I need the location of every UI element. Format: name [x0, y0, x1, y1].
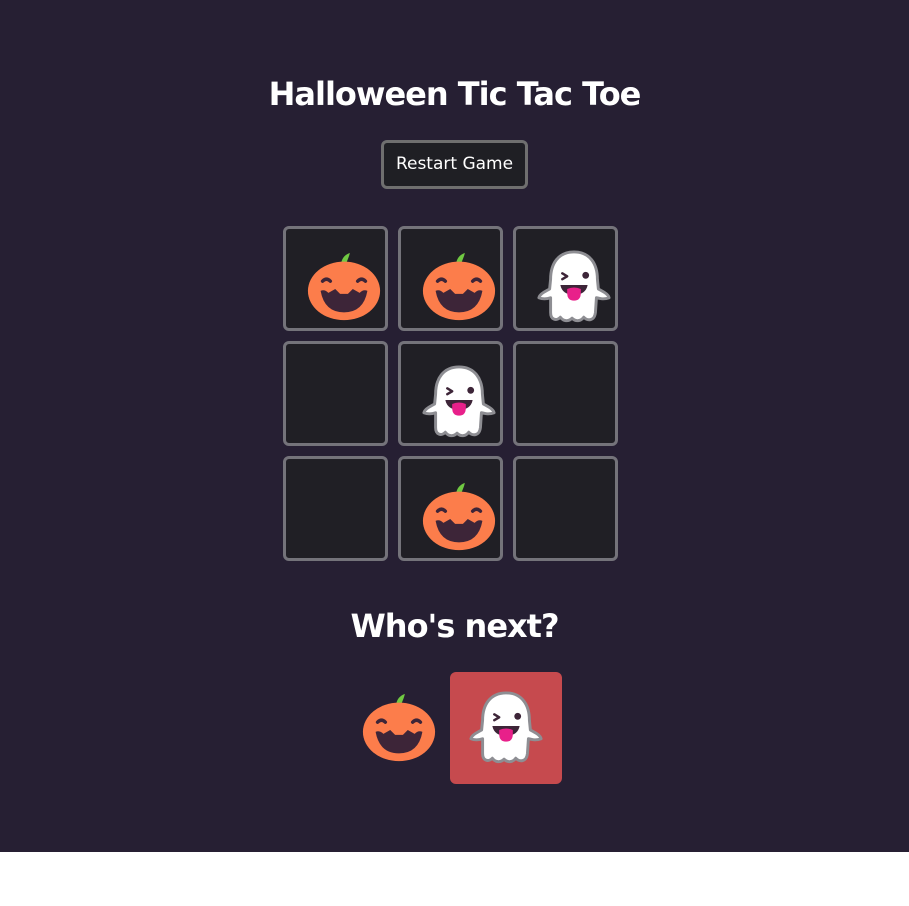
restart-game-button[interactable]: Restart Game [381, 140, 528, 189]
pumpkin-icon [422, 482, 496, 551]
turn-indicator-ghost [450, 672, 562, 784]
pumpkin-icon [422, 252, 496, 321]
ghost-icon [469, 691, 543, 764]
board-cell-4[interactable] [283, 341, 388, 446]
ghost-icon [422, 365, 496, 438]
board-cell-8[interactable] [398, 456, 503, 561]
turn-indicator-pumpkin [343, 672, 455, 784]
board-cell-5[interactable] [398, 341, 503, 446]
game-board [283, 226, 618, 561]
board-cell-2[interactable] [398, 226, 503, 331]
board-cell-7[interactable] [283, 456, 388, 561]
board-cell-3[interactable] [513, 226, 618, 331]
board-cell-9[interactable] [513, 456, 618, 561]
turn-heading: Who's next? [350, 607, 559, 645]
board-cell-1[interactable] [283, 226, 388, 331]
ghost-icon [537, 250, 611, 323]
game-screen: Halloween Tic Tac Toe Restart Game Who's… [0, 0, 909, 852]
page-title: Halloween Tic Tac Toe [268, 75, 642, 113]
pumpkin-icon [307, 252, 381, 321]
board-cell-6[interactable] [513, 341, 618, 446]
pumpkin-icon [362, 693, 436, 762]
